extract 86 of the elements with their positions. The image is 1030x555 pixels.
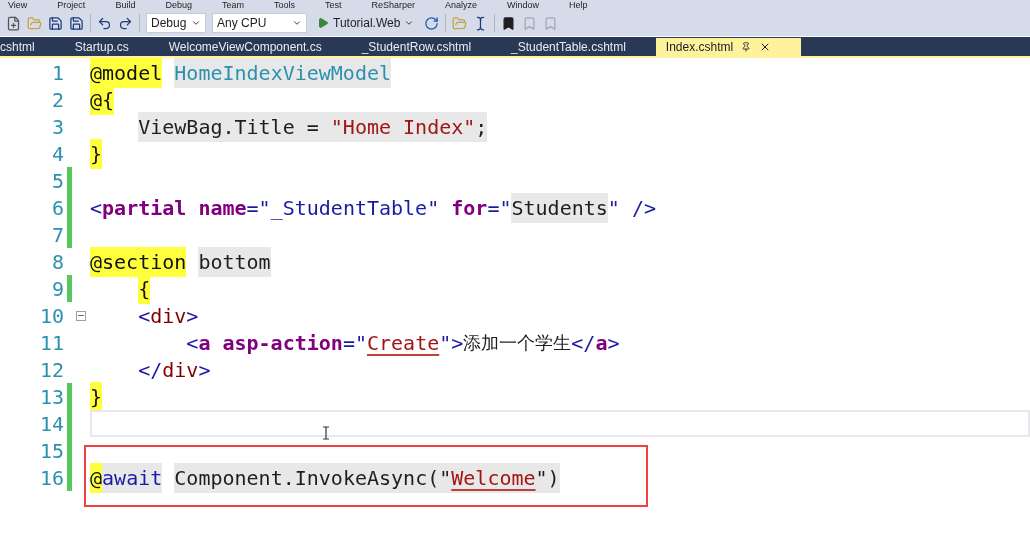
menu-item[interactable]: Test — [324, 1, 342, 10]
code-token: =" — [342, 329, 367, 357]
line-number: 3 — [50, 113, 64, 141]
menu-item[interactable]: Build — [115, 1, 136, 10]
line-number: 8 — [50, 248, 64, 276]
code-token: @section — [90, 246, 187, 277]
code-token: @model — [90, 57, 163, 88]
line-number: 5 — [50, 167, 64, 195]
file-tab[interactable]: Startup.cs — [64, 38, 159, 56]
line-number: 16 — [38, 464, 64, 492]
line-number: 4 — [50, 140, 64, 168]
new-project-icon[interactable] — [6, 15, 21, 31]
bookmark-icon[interactable] — [501, 15, 517, 31]
code-token: "> — [439, 329, 464, 357]
menu-item[interactable]: Tools — [273, 1, 295, 10]
line-number: 14 — [38, 410, 64, 438]
menu-item[interactable]: Project — [57, 1, 86, 10]
caret-icon — [191, 18, 201, 28]
menu-item[interactable]: Team — [221, 1, 244, 10]
menu-item[interactable]: Help — [569, 1, 588, 10]
refresh-icon[interactable] — [424, 15, 440, 31]
line-number: 11 — [38, 329, 64, 357]
code-token: Students — [511, 192, 608, 223]
save-icon[interactable] — [48, 15, 63, 31]
menu-item[interactable]: Analyze — [445, 1, 478, 10]
code-token: Create — [366, 329, 440, 357]
play-icon — [317, 17, 329, 29]
save-all-icon[interactable] — [69, 15, 84, 31]
line-number: 9 — [50, 275, 64, 303]
pin-icon[interactable] — [741, 42, 752, 52]
line-number: 6 — [50, 194, 64, 222]
file-tab[interactable]: cshtml — [0, 38, 65, 56]
line-number: 7 — [50, 221, 64, 249]
code-token: < — [138, 302, 151, 330]
caret-icon — [292, 18, 302, 28]
menu-item[interactable]: View — [8, 1, 28, 10]
code-token: } — [90, 381, 103, 412]
code-token: =" — [487, 194, 512, 222]
start-button[interactable]: Tutorial.Web — [313, 14, 419, 32]
line-number: 12 — [38, 356, 64, 384]
code-token: div — [150, 302, 187, 330]
code-token: </ — [571, 329, 596, 357]
line-number: 13 — [38, 383, 64, 411]
code-token: ; — [475, 111, 488, 142]
code-token: ") — [535, 462, 560, 493]
code-token: > — [607, 329, 620, 357]
code-token: 添加一个学生 — [463, 331, 572, 355]
configuration-dropdown[interactable]: Debug — [146, 13, 206, 33]
code-token: ViewBag.Title = — [138, 111, 331, 142]
file-tab[interactable]: Index.cshtml — [655, 38, 802, 56]
caret-icon — [404, 18, 415, 28]
code-token: > — [198, 356, 211, 384]
code-token: < — [186, 329, 199, 357]
code-token: Welcome — [451, 462, 536, 493]
code-token: for — [451, 194, 488, 222]
undo-icon[interactable] — [97, 15, 112, 31]
code-token: a — [595, 329, 608, 357]
platform-dropdown[interactable]: Any CPU — [212, 13, 307, 33]
file-tab[interactable]: _StudentRow.cshtml — [351, 38, 502, 56]
code-token: HomeIndexViewModel — [174, 57, 392, 88]
menu-item[interactable]: ReSharper — [371, 1, 415, 10]
code-token: </ — [138, 356, 163, 384]
code-token: " /> — [607, 194, 656, 222]
line-number: 2 — [50, 86, 64, 114]
code-token: bottom — [198, 246, 271, 277]
code-token: ="_StudentTable" — [246, 194, 441, 222]
code-token: "Home Index" — [330, 111, 476, 142]
file-tab[interactable]: WelcomeViewComponent.cs — [158, 38, 352, 56]
line-number: 1 — [50, 59, 64, 87]
text-cursor-icon — [322, 426, 330, 440]
code-token: div — [162, 356, 199, 384]
menu-item[interactable]: Window — [507, 1, 540, 10]
code-token: < — [90, 194, 103, 222]
code-token: await — [102, 462, 163, 493]
line-number: 15 — [38, 437, 64, 465]
code-token: > — [186, 302, 199, 330]
code-token: Component.InvokeAsync(" — [174, 462, 452, 493]
code-token: partial name — [102, 194, 247, 222]
collapse-icon[interactable] — [76, 310, 86, 321]
redo-icon[interactable] — [118, 15, 133, 31]
code-token: @ — [90, 462, 103, 493]
line-number: 10 — [38, 302, 64, 330]
file-tab[interactable]: _StudentTable.cshtml — [501, 38, 656, 56]
code-token: } — [90, 138, 103, 169]
code-token: a asp-action — [198, 329, 343, 357]
menu-item[interactable]: Debug — [165, 1, 192, 10]
